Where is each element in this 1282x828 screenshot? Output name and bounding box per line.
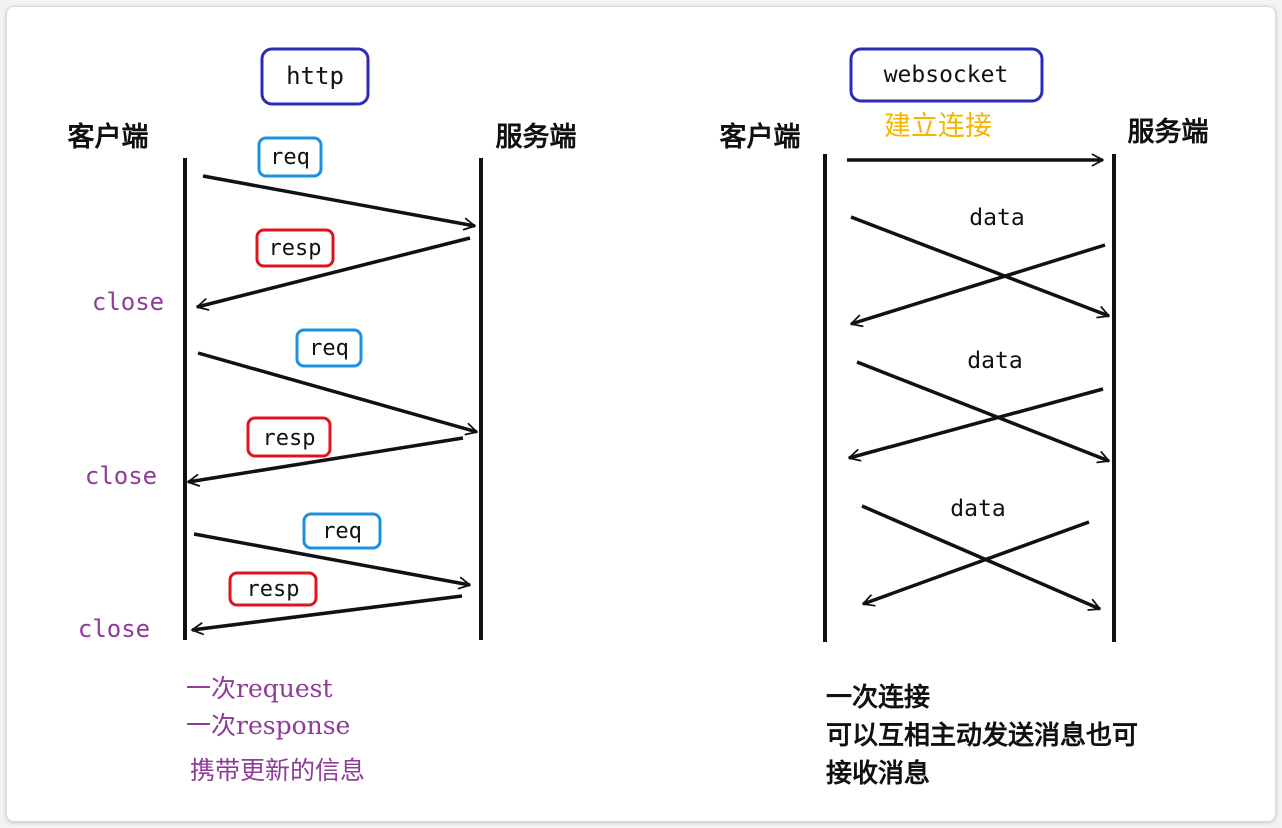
http-note-line: 一次response — [186, 711, 351, 740]
websocket-notes: 一次连接 可以互相主动发送消息也可 接收消息 — [826, 679, 1138, 793]
websocket-title: websocket — [884, 62, 1009, 88]
client-to-server-arrow — [850, 215, 1110, 319]
websocket-title-box: websocket — [849, 47, 1044, 103]
http-client-label: 客户端 — [68, 121, 149, 153]
http-title: http — [286, 62, 344, 90]
http-title-box: http — [260, 47, 370, 106]
websocket-note-line: 接收消息 — [826, 759, 931, 789]
resp-label: resp — [247, 577, 300, 602]
data-label: data — [950, 496, 1005, 522]
websocket-client-label: 客户端 — [720, 121, 801, 153]
close-label: close — [78, 615, 150, 643]
websocket-note-line: 一次连接 — [826, 683, 931, 713]
close-label: close — [85, 462, 157, 490]
req-arrow — [202, 174, 476, 231]
req-label: req — [270, 145, 310, 170]
server-to-client-arrow — [850, 243, 1106, 328]
resp-arrow — [191, 594, 463, 636]
resp-label: resp — [269, 236, 322, 261]
http-server-label: 服务端 — [496, 122, 577, 153]
data-label: data — [969, 205, 1024, 231]
req-label: req — [322, 519, 362, 544]
http-notes: 一次request 一次response 携带更新的信息 — [186, 670, 365, 789]
server-to-client-arrow — [862, 520, 1090, 607]
websocket-server-label: 服务端 — [1128, 117, 1209, 148]
data-label: data — [967, 348, 1022, 374]
resp-label: resp — [263, 426, 316, 451]
server-to-client-arrow — [848, 387, 1104, 462]
resp-arrow — [187, 436, 464, 487]
connect-label: 建立连接 — [884, 111, 992, 142]
http-note-line: 携带更新的信息 — [190, 756, 366, 785]
http-note-line: 一次request — [186, 674, 333, 703]
close-label: close — [92, 288, 164, 316]
websocket-note-line: 可以互相主动发送消息也可 — [826, 721, 1139, 751]
req-label: req — [309, 336, 349, 361]
